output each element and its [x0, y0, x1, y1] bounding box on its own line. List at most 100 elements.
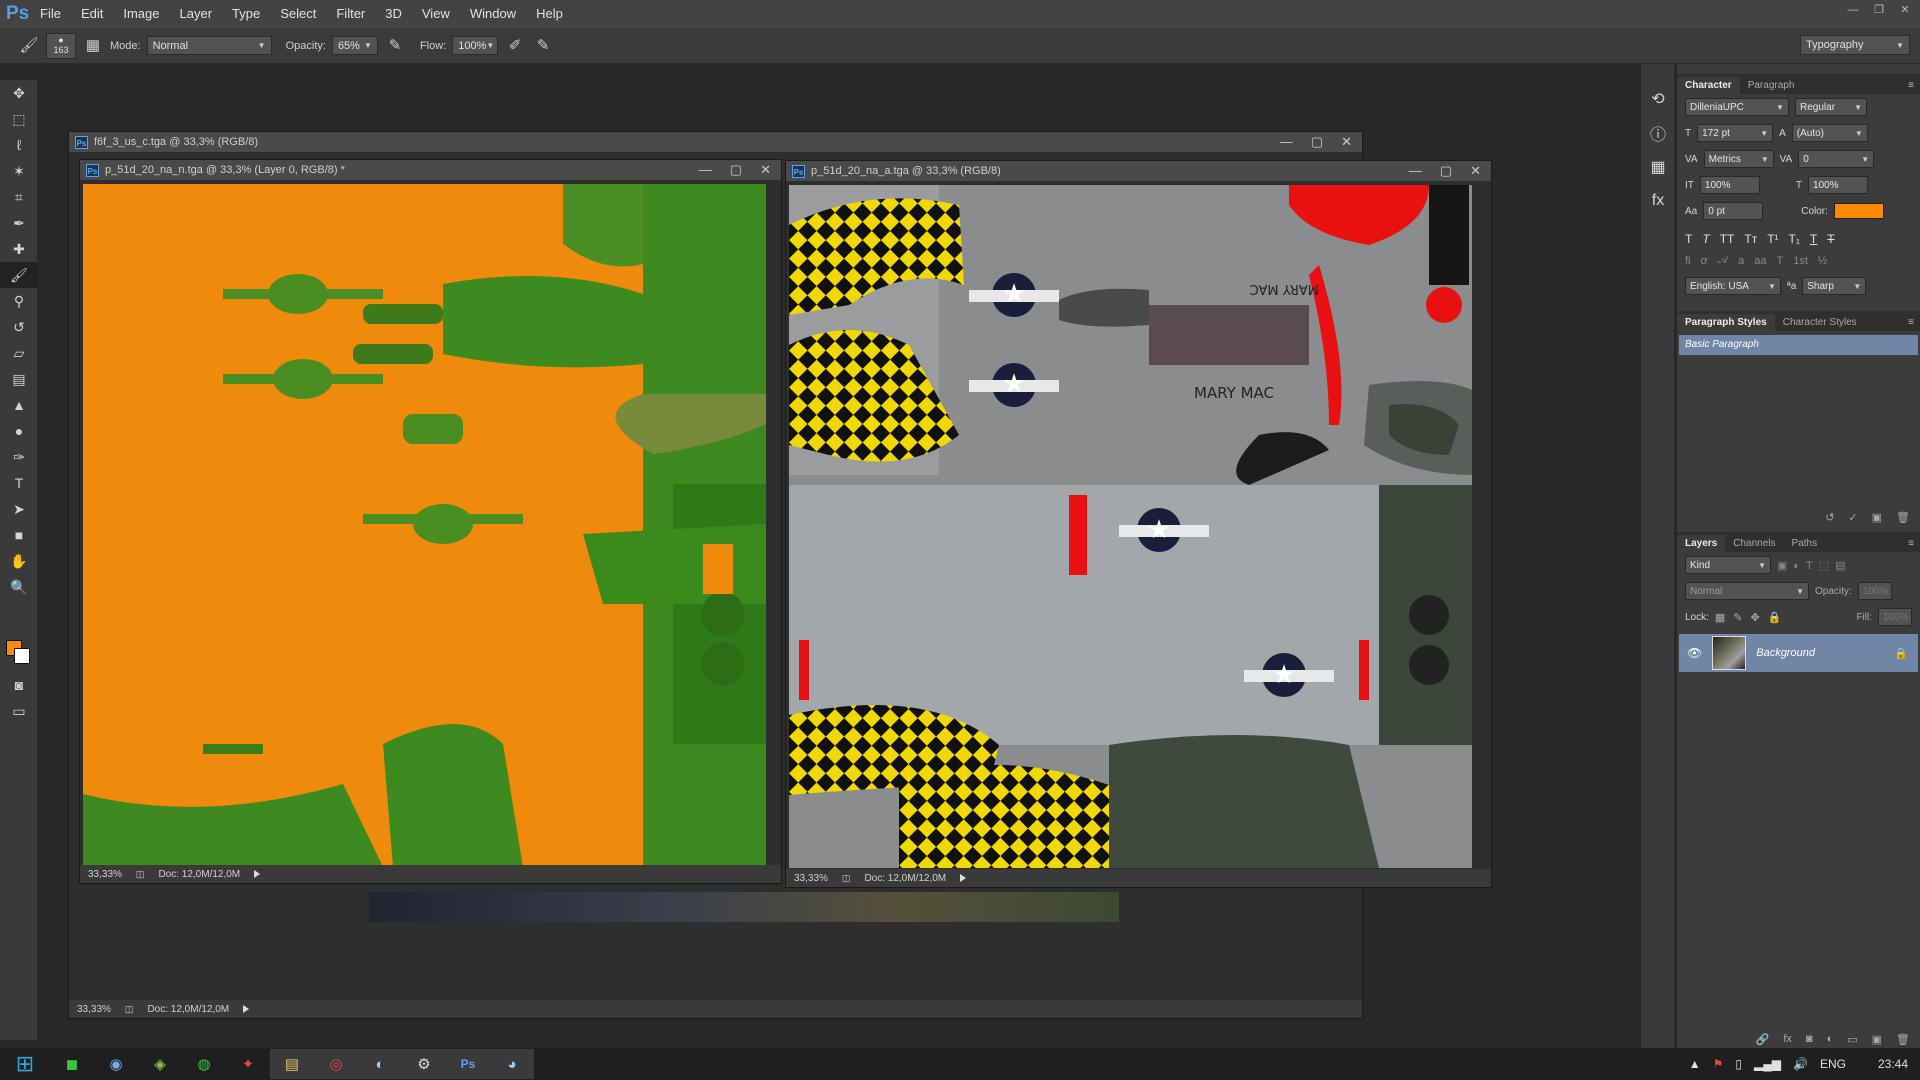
layer-row-background[interactable]: 👁 Background 🔒	[1679, 634, 1918, 672]
swatches-panel-icon[interactable]: ▦	[1641, 150, 1675, 184]
panel-menu-icon[interactable]: ≡	[1902, 314, 1920, 331]
menu-file[interactable]: File	[30, 0, 71, 28]
font-family-dropdown[interactable]: DilleniaUPC ▼	[1685, 98, 1789, 116]
maximize-icon[interactable]: ▢	[1311, 134, 1323, 150]
zoom-level[interactable]: 33,33%	[77, 1004, 111, 1015]
document-title-bar[interactable]: Ps f6f_3_us_c.tga @ 33,3% (RGB/8) — ▢ ✕	[69, 132, 1362, 152]
brush-tool-icon[interactable]: 🖌	[0, 262, 38, 288]
taskbar-app-6-icon[interactable]: ◐	[358, 1049, 402, 1079]
close-icon[interactable]: ✕	[1896, 2, 1914, 18]
fractions-icon[interactable]: ½	[1818, 255, 1827, 267]
gradient-tool-icon[interactable]: ▤	[0, 366, 38, 392]
fx-icon[interactable]: fx	[1783, 1033, 1792, 1046]
language-dropdown[interactable]: English: USA ▼	[1685, 277, 1781, 295]
titling-icon[interactable]: aa	[1754, 255, 1766, 267]
panel-menu-icon[interactable]: ≡	[1902, 535, 1920, 552]
adjustment-layer-icon[interactable]: ◐	[1827, 1033, 1834, 1046]
dodge-tool-icon[interactable]: ●	[0, 418, 38, 444]
minimize-icon[interactable]: —	[1844, 2, 1862, 18]
brush-panel-toggle-icon[interactable]: ▦	[82, 35, 104, 57]
all-caps-icon[interactable]: TT	[1720, 232, 1735, 246]
tab-character-styles[interactable]: Character Styles	[1775, 314, 1865, 331]
pressure-opacity-icon[interactable]: ✎	[384, 35, 406, 57]
taskbar-app-5-icon[interactable]: ✦	[226, 1049, 270, 1079]
status-info-icon[interactable]: ◫	[136, 869, 145, 880]
leading-field[interactable]: (Auto) ▼	[1791, 124, 1868, 142]
eyedropper-tool-icon[interactable]: ✒	[0, 210, 38, 236]
layer-name[interactable]: Background	[1756, 647, 1815, 659]
tray-language[interactable]: ENG	[1820, 1057, 1846, 1071]
font-style-dropdown[interactable]: Regular ▼	[1795, 98, 1867, 116]
tab-paragraph-styles[interactable]: Paragraph Styles	[1677, 314, 1775, 331]
add-mask-icon[interactable]: ◙	[1806, 1033, 1813, 1046]
vertical-scale-field[interactable]: 100%	[1699, 176, 1760, 194]
status-info-icon[interactable]: ◫	[125, 1004, 134, 1015]
document-window-right[interactable]: Ps p_51d_20_na_a.tga @ 33,3% (RGB/8) — ▢…	[785, 160, 1492, 888]
maximize-icon[interactable]: ▢	[730, 162, 742, 178]
document-title-bar[interactable]: Ps p_51d_20_na_n.tga @ 33,3% (Layer 0, R…	[80, 160, 781, 180]
style-item-basic-paragraph[interactable]: Basic Paragraph	[1679, 335, 1918, 355]
taskbar-app-7-icon[interactable]: ⚙	[402, 1049, 446, 1079]
pen-tool-icon[interactable]: ✑	[0, 444, 38, 470]
history-brush-tool-icon[interactable]: ↺	[0, 314, 38, 340]
tracking-field[interactable]: 0 ▼	[1798, 150, 1875, 168]
eye-visibility-icon[interactable]: 👁	[1687, 646, 1702, 660]
opacity-field[interactable]: 65% ▼	[331, 36, 378, 55]
taskbar-app-2-icon[interactable]: ◉	[94, 1049, 138, 1079]
antialias-dropdown[interactable]: Sharp ▼	[1802, 277, 1867, 295]
menu-select[interactable]: Select	[270, 0, 326, 28]
move-tool-icon[interactable]: ✥	[0, 80, 38, 106]
tab-character[interactable]: Character	[1677, 77, 1740, 94]
tray-volume-icon[interactable]: 🔊	[1793, 1057, 1808, 1071]
pressure-size-icon[interactable]: ✎	[532, 35, 554, 57]
minimize-icon[interactable]: —	[1280, 134, 1293, 150]
font-size-field[interactable]: 172 pt ▼	[1697, 124, 1774, 142]
menu-help[interactable]: Help	[526, 0, 573, 28]
albedo-texture-canvas[interactable]: ★ ★ ★ ★ MARY MAC MARY MAC	[789, 185, 1472, 868]
minimize-icon[interactable]: —	[699, 162, 712, 178]
blend-mode-dropdown[interactable]: Normal ▼	[1685, 582, 1809, 600]
faux-bold-icon[interactable]: T	[1685, 232, 1692, 246]
menu-type[interactable]: Type	[222, 0, 270, 28]
link-layers-icon[interactable]: 🔗	[1756, 1033, 1770, 1046]
file-explorer-icon[interactable]: ▤	[270, 1049, 314, 1079]
layer-filter-dropdown[interactable]: Kind ▼	[1685, 556, 1771, 574]
quick-selection-tool-icon[interactable]: ✶	[0, 158, 38, 184]
subscript-icon[interactable]: T₁	[1789, 232, 1800, 246]
menu-layer[interactable]: Layer	[170, 0, 223, 28]
start-button-icon[interactable]: ⊞	[0, 1049, 50, 1079]
taskbar-app-8-icon[interactable]: ◕	[490, 1049, 534, 1079]
document-title-bar[interactable]: Ps p_51d_20_na_a.tga @ 33,3% (RGB/8) — ▢…	[786, 161, 1491, 181]
superscript-icon[interactable]: T¹	[1767, 232, 1778, 246]
type-tool-icon[interactable]: T	[0, 470, 38, 496]
text-color-swatch[interactable]	[1833, 203, 1884, 219]
tray-signal-icon[interactable]: ▂▄▆	[1754, 1057, 1781, 1071]
menu-filter[interactable]: Filter	[326, 0, 375, 28]
history-panel-icon[interactable]: ⟲	[1641, 82, 1675, 116]
close-icon[interactable]: ✕	[1341, 134, 1352, 150]
baseline-shift-field[interactable]: 0 pt	[1703, 202, 1764, 220]
marquee-tool-icon[interactable]: ⬚	[0, 106, 38, 132]
blur-tool-icon[interactable]: ▲	[0, 392, 38, 418]
brush-tool-preset-icon[interactable]: 🖌	[18, 35, 40, 57]
menu-image[interactable]: Image	[113, 0, 169, 28]
info-panel-icon[interactable]: ⓘ	[1641, 116, 1675, 150]
layer-filter-icons[interactable]: ▣◐T⬚▤	[1777, 559, 1852, 572]
tab-paragraph[interactable]: Paragraph	[1740, 77, 1803, 94]
mode-dropdown[interactable]: Normal ▼	[146, 36, 272, 55]
hand-tool-icon[interactable]: ✋	[0, 548, 38, 574]
panel-menu-icon[interactable]: ≡	[1902, 77, 1920, 94]
trash-icon[interactable]: 🗑	[1896, 1033, 1910, 1046]
old-style-icon[interactable]: ơ	[1701, 255, 1708, 267]
new-style-icon[interactable]: ▣	[1872, 511, 1882, 524]
ligature-icon[interactable]: fi	[1685, 255, 1691, 267]
small-caps-icon[interactable]: Tт	[1744, 232, 1757, 246]
restore-icon[interactable]: ❐	[1870, 2, 1888, 18]
layer-opacity-field[interactable]: 100%	[1857, 582, 1892, 600]
styles-panel-icon[interactable]: fx	[1641, 184, 1675, 218]
chrome-icon[interactable]: ◎	[314, 1049, 358, 1079]
zoom-level[interactable]: 33,33%	[794, 873, 828, 884]
zoom-tool-icon[interactable]: 🔍	[0, 574, 38, 600]
chevron-right-icon[interactable]	[960, 874, 967, 882]
eraser-tool-icon[interactable]: ▱	[0, 340, 38, 366]
